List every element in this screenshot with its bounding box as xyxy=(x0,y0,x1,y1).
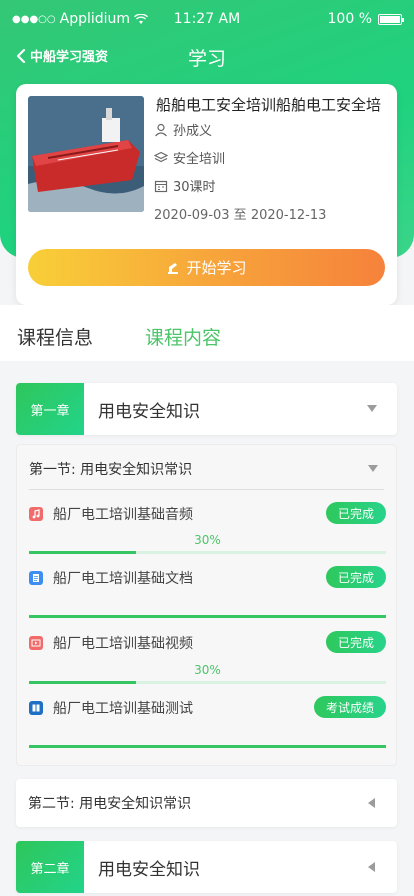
status-right: 100 % xyxy=(327,11,404,27)
list-item-video[interactable]: 船厂电工培训基础视频 已完成 xyxy=(29,631,386,655)
study-icon xyxy=(168,262,179,274)
battery-icon xyxy=(378,13,404,25)
start-learning-button[interactable]: 开始学习 xyxy=(28,249,385,286)
user-icon xyxy=(155,123,167,136)
music-icon xyxy=(29,507,43,521)
caret-left-icon xyxy=(368,798,375,808)
section-title[interactable]: 第一节: 用电安全知识常识 xyxy=(29,459,192,479)
caret-down-icon xyxy=(368,465,378,472)
tab-course-content[interactable]: 课程内容 xyxy=(145,323,221,350)
caret-left-icon xyxy=(368,862,375,872)
book-icon xyxy=(29,701,43,715)
list-item-test[interactable]: 船厂电工培训基础测试 考试成绩 xyxy=(29,696,386,720)
item-label: 船厂电工培训基础视频 xyxy=(53,636,193,652)
course-cover-image xyxy=(28,96,144,212)
document-icon xyxy=(29,571,43,585)
status-badge: 已完成 xyxy=(325,631,386,653)
course-category: 安全培训 xyxy=(173,152,226,167)
chapter-2[interactable]: 第二章 用电安全知识 xyxy=(16,841,397,893)
tab-bar: 课程信息 课程内容 xyxy=(0,305,414,361)
divider xyxy=(29,489,384,490)
progress-bar xyxy=(29,745,386,748)
calendar-icon xyxy=(154,180,168,192)
layers-icon xyxy=(154,151,168,162)
course-title: 船舶电工安全培训船舶电工安全培 xyxy=(156,96,382,114)
status-badge: 已完成 xyxy=(325,566,386,588)
progress-percent: 30% xyxy=(194,663,221,677)
progress-bar xyxy=(29,615,386,618)
progress-percent: 30% xyxy=(194,533,221,547)
section-2[interactable]: 第二节: 用电安全知识常识 xyxy=(16,779,397,827)
battery-percent: 100 % xyxy=(327,11,372,27)
course-date-range: 2020-09-03 至 2020-12-13 xyxy=(154,208,327,223)
chapter-badge: 第二章 xyxy=(16,841,84,893)
section-title: 第二节: 用电安全知识常识 xyxy=(28,796,192,812)
chapter-badge: 第一章 xyxy=(16,383,84,435)
chapter-1[interactable]: 第一章 用电安全知识 xyxy=(16,383,397,435)
progress-bar xyxy=(29,551,386,554)
chapter-name: 用电安全知识 xyxy=(98,860,200,880)
hours-row: 30课时 xyxy=(154,176,216,195)
page-title: 学习 xyxy=(187,48,226,70)
navigation-bar: 中船学习强资 学习 xyxy=(0,42,414,72)
start-learning-label: 开始学习 xyxy=(186,260,247,277)
category-row: 安全培训 xyxy=(154,148,225,167)
tab-course-info[interactable]: 课程信息 xyxy=(17,323,93,350)
item-label: 船厂电工培训基础测试 xyxy=(53,701,193,717)
section-1: 第一节: 用电安全知识常识 船厂电工培训基础音频 已完成 30% 船厂电工培训基… xyxy=(16,444,397,766)
teacher-row: 孙成义 xyxy=(154,120,212,139)
course-card: 船舶电工安全培训船舶电工安全培 孙成义 安全培训 30课时 2020-09-03… xyxy=(16,84,397,305)
chapter-name: 用电安全知识 xyxy=(98,402,200,422)
video-icon xyxy=(29,636,43,650)
status-badge: 已完成 xyxy=(325,502,386,524)
list-item-document[interactable]: 船厂电工培训基础文档 已完成 xyxy=(29,566,386,590)
teacher-name: 孙成义 xyxy=(173,124,213,139)
list-item-audio[interactable]: 船厂电工培训基础音频 已完成 xyxy=(29,502,386,526)
progress-bar xyxy=(29,681,386,684)
course-hours: 30课时 xyxy=(173,180,216,195)
item-label: 船厂电工培训基础文档 xyxy=(53,571,193,587)
status-bar: ●●●○○ Applidium 11:27 AM 100 % xyxy=(0,0,414,40)
item-label: 船厂电工培训基础音频 xyxy=(53,507,193,523)
caret-down-icon xyxy=(367,405,377,412)
status-badge: 考试成绩 xyxy=(313,696,386,718)
